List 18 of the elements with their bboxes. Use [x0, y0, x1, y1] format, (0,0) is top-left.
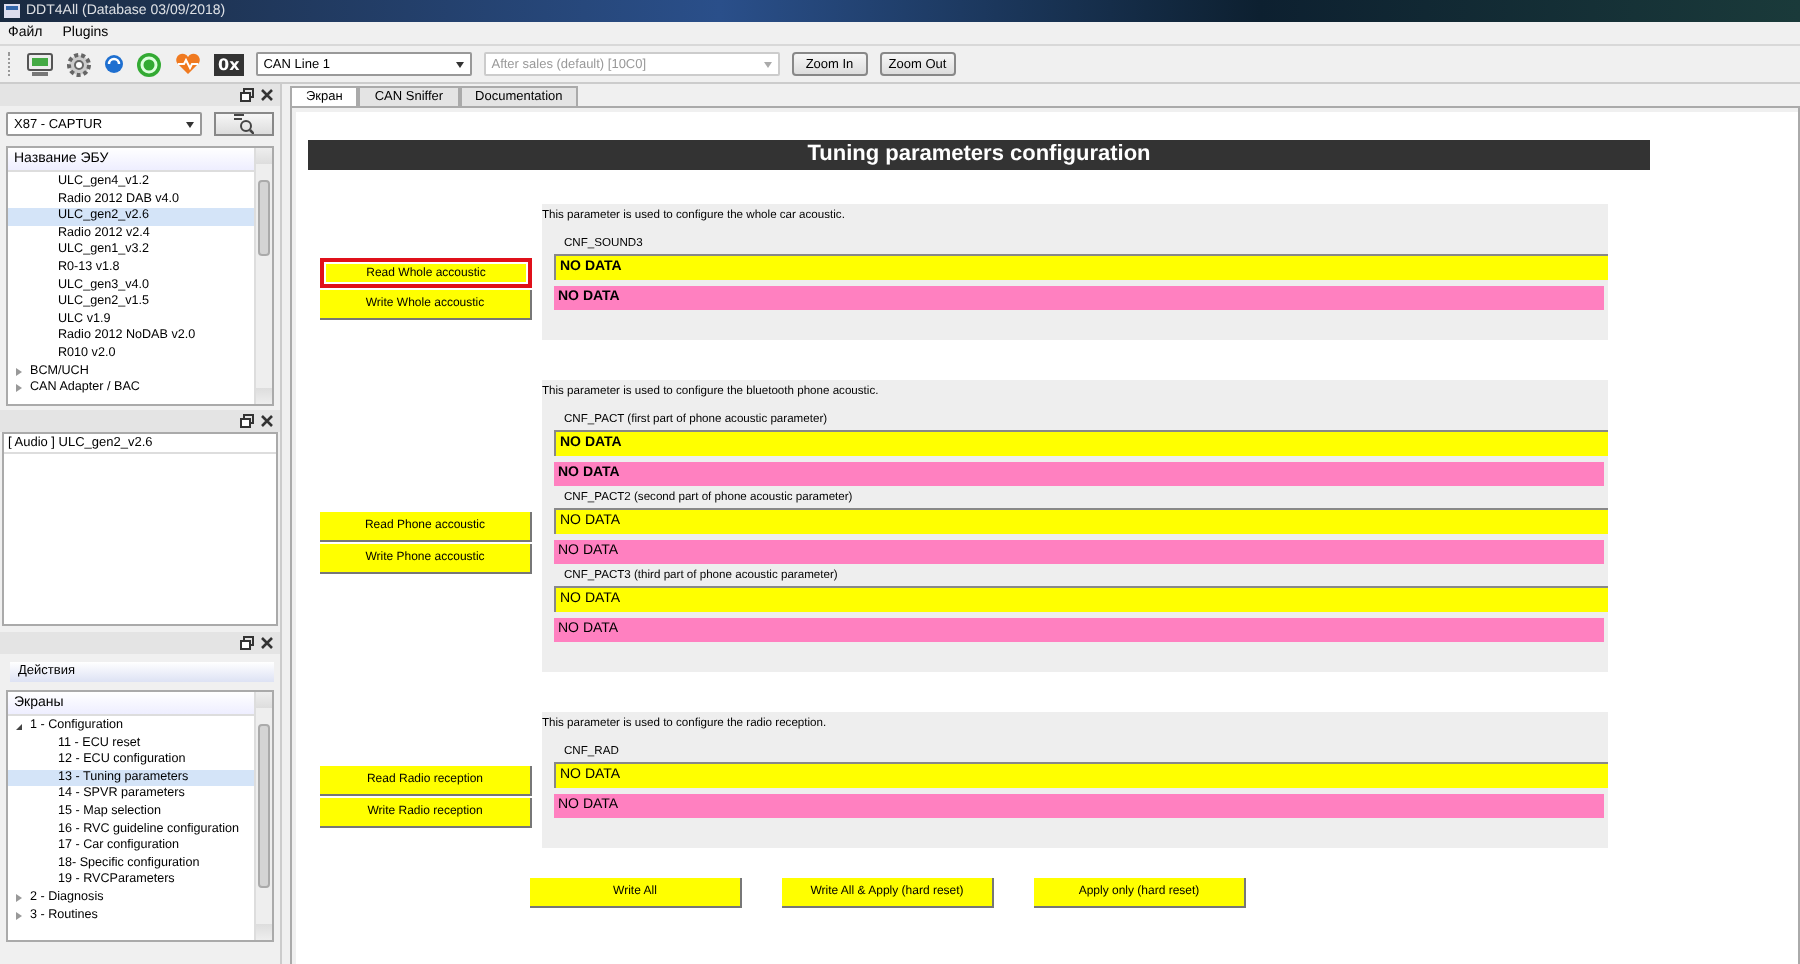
close-icon[interactable]	[260, 88, 274, 102]
heartbeat-icon[interactable]	[174, 52, 202, 76]
close-icon[interactable]	[260, 636, 274, 650]
float-icon[interactable]	[240, 88, 254, 102]
float-icon[interactable]	[240, 414, 254, 428]
screen-title: Tuning parameters configuration	[308, 140, 1650, 170]
monitor-icon[interactable]	[26, 52, 54, 76]
gear-icon[interactable]	[66, 51, 92, 77]
hex-button[interactable]: 0x	[214, 53, 244, 75]
sync-icon[interactable]	[136, 51, 162, 77]
app-icon	[4, 4, 20, 18]
scrollbar[interactable]	[254, 148, 272, 404]
scrollbar[interactable]	[254, 692, 272, 940]
close-icon[interactable]	[260, 414, 274, 428]
float-icon[interactable]	[240, 636, 254, 650]
refresh-icon[interactable]	[104, 54, 124, 74]
search-button[interactable]	[214, 112, 274, 136]
search-icon[interactable]	[234, 114, 255, 134]
